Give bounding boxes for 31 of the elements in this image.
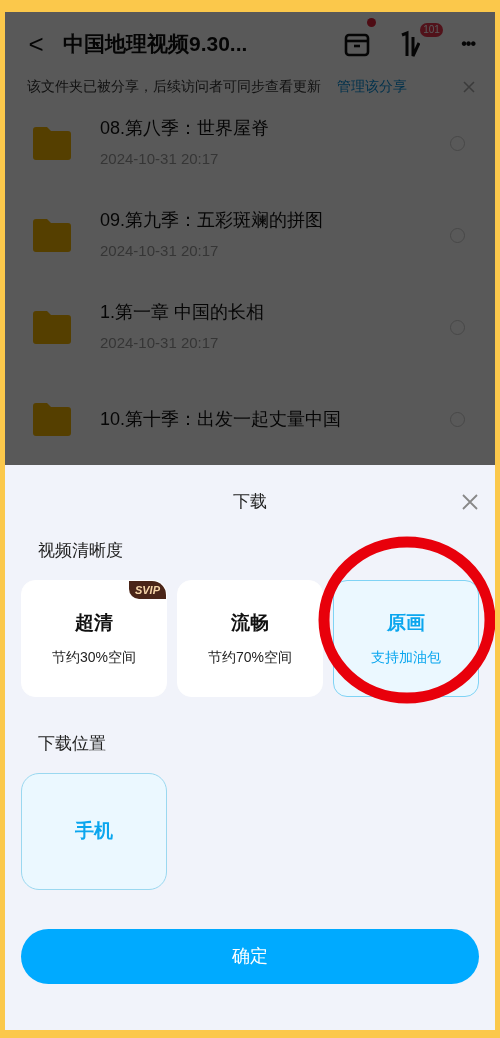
close-icon[interactable] xyxy=(462,494,478,510)
quality-option[interactable]: 流畅 节约70%空间 xyxy=(177,580,323,697)
page-title: 中国地理视频9.30... xyxy=(63,31,248,58)
option-title: 超清 xyxy=(75,610,113,635)
manage-share-link[interactable]: 管理该分享 xyxy=(337,76,407,97)
more-button[interactable]: ••• xyxy=(461,32,475,56)
folder-name: 10.第十季：出发一起丈量中国 xyxy=(100,407,342,431)
folder-icon xyxy=(33,218,71,252)
option-title: 原画 xyxy=(387,610,425,635)
close-icon[interactable] xyxy=(463,80,475,93)
count-badge: 101 xyxy=(420,23,443,37)
sheet-title: 下载 xyxy=(233,491,267,514)
folder-icon xyxy=(33,126,71,160)
folder-name: 1.第一章 中国的长相 xyxy=(100,301,264,325)
confirm-button[interactable]: 确定 xyxy=(21,929,479,984)
option-note: 节约70%空间 xyxy=(208,648,292,668)
option-note: 支持加油包 xyxy=(371,648,441,668)
back-button[interactable]: < xyxy=(25,31,47,57)
folder-icon xyxy=(33,310,71,344)
transfer-icon[interactable] xyxy=(401,29,421,59)
section-label: 下载位置 xyxy=(37,733,107,755)
folder-name: 09.第九季：五彩斑斓的拼图 xyxy=(100,209,324,233)
location-option[interactable]: 手机 xyxy=(21,773,167,890)
quality-option[interactable]: SVIP 超清 节约30%空间 xyxy=(21,580,167,697)
share-notice: 该文件夹已被分享，后续访问者可同步查看更新 xyxy=(27,77,321,96)
option-title: 流畅 xyxy=(231,610,269,635)
folder-icon xyxy=(33,402,71,436)
svip-badge: SVIP xyxy=(128,581,166,599)
option-note: 节约30%空间 xyxy=(52,648,136,668)
section-label: 视频清晰度 xyxy=(37,540,124,562)
folder-name: 08.第八季：世界屋脊 xyxy=(100,117,270,141)
